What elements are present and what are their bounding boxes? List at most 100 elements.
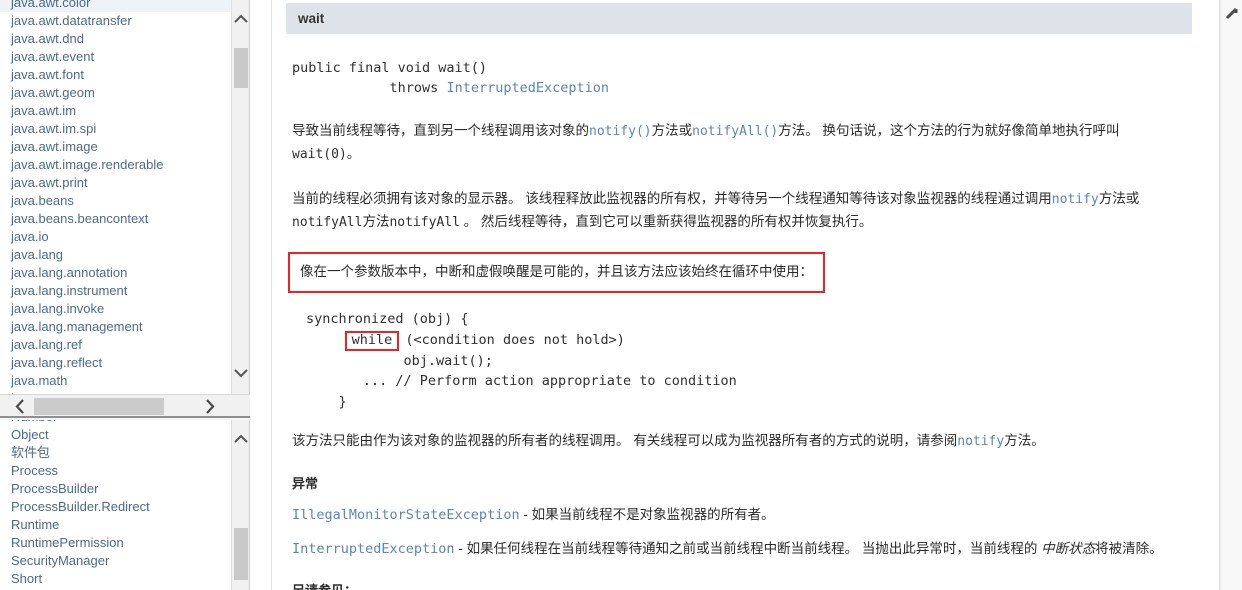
packages-scroll-thumb[interactable] <box>234 48 248 88</box>
packages-frame[interactable]: java.awt.color java.awt.datatransfer java.… <box>0 0 250 394</box>
code-line-5: } <box>306 393 347 410</box>
p1-seg3: 方法。 换句话说，这个方法的行为就好像简单地执行呼叫 <box>778 123 1120 138</box>
exception-entry: IllegalMonitorStateException - 如果当前线程不是对… <box>292 504 1184 526</box>
package-list-item[interactable]: java.awt.im <box>0 102 232 120</box>
p1-code-wait0: wait(0) <box>292 147 347 162</box>
package-list-item[interactable]: java.awt.image.renderable <box>0 156 232 174</box>
p3-seg2: 方法。 <box>1004 433 1045 448</box>
package-list-item[interactable]: java.beans.beancontext <box>0 210 232 228</box>
class-list-item[interactable]: RuntimePermission <box>0 534 232 552</box>
package-list-item[interactable]: java.awt.dnd <box>0 30 232 48</box>
exception-description: 如果当前线程不是对象监视器的所有者。 <box>531 507 775 522</box>
code-line-1: synchronized (obj) { <box>306 311 469 327</box>
package-list-item[interactable]: java.awt.print <box>0 174 232 192</box>
highlight-box-paragraph: 像在一个参数版本中，中断和虚假唤醒是可能的，并且该方法应该始终在循环中使用： <box>288 252 825 293</box>
package-list-item[interactable]: java.math <box>0 372 232 390</box>
package-list-item[interactable]: java.lang.invoke <box>0 300 232 318</box>
page-vertical-scrollbar[interactable] <box>1220 0 1242 590</box>
classes-vertical-scrollbar[interactable] <box>231 420 249 590</box>
exception-dash: - <box>458 541 463 556</box>
code-line-3: obj.wait(); <box>306 352 493 369</box>
code-sample-block: synchronized (obj) { while (<condition d… <box>306 309 1184 412</box>
package-list-item[interactable]: java.awt.font <box>0 66 232 84</box>
p2-plain-notifyall-1: notifyAll <box>292 215 363 230</box>
code-line-2-indent <box>306 332 347 348</box>
class-list-item[interactable]: Object <box>0 426 232 444</box>
p1-code-notify: notify() <box>589 124 652 139</box>
member-title-bar: wait <box>286 3 1192 34</box>
class-list-item[interactable]: ProcessBuilder.Redirect <box>0 498 232 516</box>
class-list-item[interactable]: Short <box>0 570 232 588</box>
package-list-item[interactable]: java.lang.instrument <box>0 282 232 300</box>
class-list-item[interactable]: 软件包 <box>0 444 232 462</box>
p3-code-notify: notify <box>957 434 1005 449</box>
package-list-item[interactable]: java.awt.color <box>0 0 232 12</box>
p1-code-notifyall: notifyAll() <box>692 124 779 139</box>
description-paragraph-2: 当前的线程必须拥有该对象的显示器。 该线程释放此监视器的所有权，并等待另一个线程… <box>292 188 1184 234</box>
documentation-viewer: java.awt.color java.awt.datatransfer java.… <box>0 0 1242 590</box>
class-list-item[interactable]: Process <box>0 462 232 480</box>
chevron-down-icon[interactable] <box>232 364 249 382</box>
packages-horizontal-scrollbar[interactable] <box>0 394 250 418</box>
highlighted-keyword-while: while <box>344 330 400 351</box>
signature-line-1: public final void wait() <box>292 60 488 76</box>
class-list-item[interactable]: ProcessBuilder <box>0 480 232 498</box>
p1-seg2: 方法或 <box>651 123 693 138</box>
class-list-item[interactable]: SecurityManager <box>0 552 232 570</box>
exception-name: IllegalMonitorStateException <box>292 507 520 523</box>
p3-seg1: 该方法只能由作为该对象的监视器的所有者的线程调用。 有关线程可以成为监视器所有者… <box>292 433 958 448</box>
see-also-heading: 另请参见： <box>292 580 1184 590</box>
exception-description-post: 将被清除。 <box>1095 541 1163 556</box>
exception-entry: InterruptedException - 如果任何线程在当前线程等待通知之前… <box>292 538 1184 560</box>
package-list-item[interactable]: java.awt.datatransfer <box>0 12 232 30</box>
package-list-item[interactable]: java.lang.annotation <box>0 264 232 282</box>
classes-scroll-thumb[interactable] <box>234 528 248 580</box>
exception-name: InterruptedException <box>292 541 455 557</box>
exception-description-pre: 如果任何线程在当前线程等待通知之前或当前线程中断当前线程。 当抛出此异常时，当前… <box>466 541 1042 556</box>
package-list-item[interactable]: java.lang.management <box>0 318 232 336</box>
signature-throws-type: InterruptedException <box>446 80 609 96</box>
class-list-item[interactable]: Runtime <box>0 516 232 534</box>
code-line-2-rest: (<condition does not hold>) <box>397 331 625 348</box>
p2-plain-notifyall-2: notifyAll <box>389 215 460 230</box>
packages-hscroll-thumb[interactable] <box>34 398 164 415</box>
left-navigation-column: java.awt.color java.awt.datatransfer java.… <box>0 0 250 590</box>
chevron-up-icon[interactable] <box>232 430 249 448</box>
page-title: wait <box>298 11 325 26</box>
p1-tail: 。 <box>346 146 361 161</box>
description-paragraph-1: 导致当前线程等待，直到另一个线程调用该对象的notify()方法或notifyA… <box>292 120 1184 166</box>
throws-heading: 异常 <box>292 476 319 491</box>
p2-seg2: 方法或 <box>1098 191 1140 206</box>
panel-gutter <box>250 0 272 590</box>
scroll-arrow-icon[interactable] <box>1224 6 1240 22</box>
p2-seg4: 。 然后线程等待，直到它可以重新获得监视器的所有权并恢复执行。 <box>459 214 873 229</box>
boxed-paragraph-text: 像在一个参数版本中，中断和虚假唤醒是可能的，并且该方法应该始终在循环中使用： <box>300 264 813 279</box>
package-list-item[interactable]: java.awt.image <box>0 138 232 156</box>
package-list-item[interactable]: java.beans <box>0 192 232 210</box>
classes-frame[interactable]: NumberObject软件包ProcessProcessBuilderProc… <box>0 420 250 590</box>
packages-list[interactable]: java.awt.color java.awt.datatransfer java.… <box>0 0 232 394</box>
method-signature: public final void wait() throws Interrup… <box>292 58 1184 98</box>
exception-dash: - <box>523 507 528 522</box>
member-body: public final void wait() throws Interrup… <box>272 58 1202 590</box>
chevron-right-icon[interactable] <box>196 395 224 417</box>
package-list-item[interactable]: java.io <box>0 228 232 246</box>
chevron-left-icon[interactable] <box>6 395 34 417</box>
packages-vertical-scrollbar[interactable] <box>231 0 249 394</box>
member-detail-frame: wait public final void wait() throws Int… <box>272 0 1220 590</box>
package-list-item[interactable]: java.lang.reflect <box>0 354 232 372</box>
package-list-item[interactable]: java.lang.ref <box>0 336 232 354</box>
package-list-item[interactable]: java.awt.im.spi <box>0 120 232 138</box>
p1-seg1: 导致当前线程等待，直到另一个线程调用该对象的 <box>292 123 589 138</box>
package-list-item[interactable]: java.awt.event <box>0 48 232 66</box>
p2-seg3: 方法 <box>362 214 390 229</box>
p2-seg1: 当前的线程必须拥有该对象的显示器。 该线程释放此监视器的所有权，并等待另一个线程… <box>292 191 1052 206</box>
chevron-up-icon[interactable] <box>232 10 249 28</box>
classes-list[interactable]: NumberObject软件包ProcessProcessBuilderProc… <box>0 420 232 588</box>
package-list-item[interactable]: java.awt.geom <box>0 84 232 102</box>
p2-code-notify: notify <box>1051 192 1099 207</box>
description-paragraph-3: 该方法只能由作为该对象的监视器的所有者的线程调用。 有关线程可以成为监视器所有者… <box>292 430 1184 453</box>
exception-description-emphasis: 中断状态 <box>1041 541 1096 556</box>
signature-throws-indent: throws <box>292 80 447 96</box>
package-list-item[interactable]: java.lang <box>0 246 232 264</box>
